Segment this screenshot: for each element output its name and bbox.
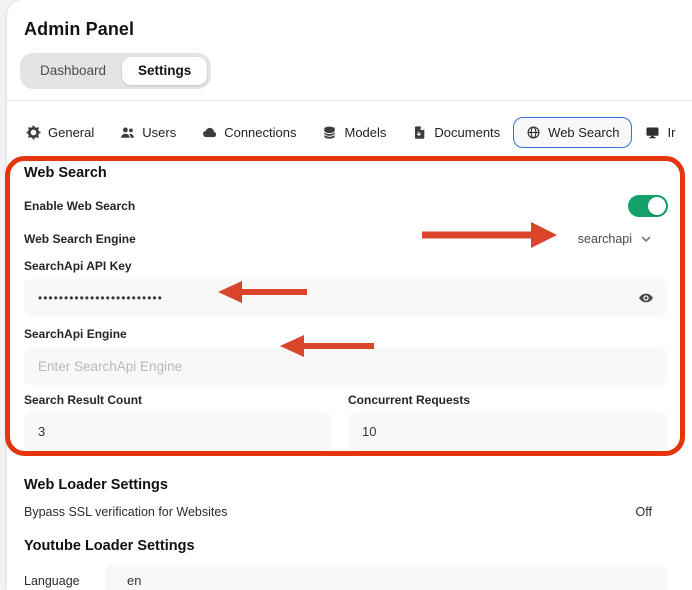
tab-models[interactable]: Models bbox=[309, 117, 399, 148]
document-icon bbox=[412, 125, 427, 140]
web-search-engine-value: searchapi bbox=[578, 232, 632, 246]
tab-label: General bbox=[48, 125, 94, 140]
bypass-ssl-label: Bypass SSL verification for Websites bbox=[24, 505, 228, 519]
admin-panel-window: Admin Panel Dashboard Settings bbox=[7, 0, 692, 590]
searchapi-engine-input[interactable] bbox=[24, 347, 668, 385]
globe-icon bbox=[526, 125, 541, 140]
show-api-key-button[interactable] bbox=[638, 290, 654, 306]
tab-interface[interactable]: Ir bbox=[632, 117, 688, 148]
tab-label: Web Search bbox=[548, 125, 619, 140]
tab-label: Connections bbox=[224, 125, 296, 140]
searchapi-engine-label: SearchApi Engine bbox=[24, 327, 668, 341]
web-search-section-title: Web Search bbox=[24, 164, 668, 182]
web-search-engine-label: Web Search Engine bbox=[24, 232, 136, 246]
concurrent-requests-label: Concurrent Requests bbox=[348, 393, 668, 407]
tab-general[interactable]: General bbox=[13, 117, 107, 148]
web-search-engine-select[interactable]: searchapi bbox=[578, 232, 652, 246]
monitor-icon bbox=[645, 125, 660, 140]
toggle-knob bbox=[648, 197, 666, 215]
bypass-ssl-row: Bypass SSL verification for Websites Off bbox=[24, 505, 668, 519]
counts-inputs-row bbox=[24, 412, 668, 450]
users-icon bbox=[120, 125, 135, 140]
eye-icon bbox=[638, 290, 654, 306]
language-label: Language bbox=[24, 574, 105, 588]
settings-tabbar: General Users Connections bbox=[13, 117, 692, 148]
web-loader-section-title: Web Loader Settings bbox=[24, 476, 668, 494]
tab-documents[interactable]: Documents bbox=[399, 117, 513, 148]
tab-web-search[interactable]: Web Search bbox=[513, 117, 632, 148]
bypass-ssl-value[interactable]: Off bbox=[636, 505, 652, 519]
searchapi-engine-field bbox=[24, 347, 668, 385]
counts-labels-row: Search Result Count Concurrent Requests bbox=[24, 393, 668, 407]
youtube-loader-section-title: Youtube Loader Settings bbox=[24, 537, 668, 555]
header: Admin Panel Dashboard Settings bbox=[7, 0, 692, 101]
gear-icon bbox=[26, 125, 41, 140]
chevron-down-icon bbox=[640, 233, 652, 245]
page-title: Admin Panel bbox=[24, 17, 692, 41]
language-input[interactable] bbox=[105, 565, 668, 590]
enable-web-search-toggle[interactable] bbox=[628, 195, 668, 217]
view-switcher-settings[interactable]: Settings bbox=[122, 57, 207, 85]
search-result-count-label: Search Result Count bbox=[24, 393, 332, 407]
search-result-count-input[interactable] bbox=[24, 412, 332, 450]
enable-web-search-row: Enable Web Search bbox=[24, 195, 668, 217]
view-switcher: Dashboard Settings bbox=[20, 53, 211, 89]
tab-users[interactable]: Users bbox=[107, 117, 189, 148]
tab-label: Ir bbox=[667, 125, 675, 140]
database-icon bbox=[322, 125, 337, 140]
searchapi-api-key-label: SearchApi API Key bbox=[24, 259, 668, 273]
header-divider bbox=[7, 100, 692, 101]
searchapi-api-key-field bbox=[24, 279, 668, 317]
searchapi-api-key-input[interactable] bbox=[24, 279, 668, 317]
enable-web-search-label: Enable Web Search bbox=[24, 199, 135, 213]
view-switcher-dashboard[interactable]: Dashboard bbox=[24, 57, 122, 85]
concurrent-requests-input[interactable] bbox=[348, 412, 668, 450]
tab-label: Documents bbox=[434, 125, 500, 140]
settings-content: Web Search Enable Web Search Web Search … bbox=[7, 164, 692, 590]
web-search-engine-row: Web Search Engine searchapi bbox=[24, 232, 668, 246]
language-row: Language bbox=[24, 565, 668, 590]
tab-label: Models bbox=[344, 125, 386, 140]
cloud-icon bbox=[202, 125, 217, 140]
tab-connections[interactable]: Connections bbox=[189, 117, 309, 148]
tab-label: Users bbox=[142, 125, 176, 140]
